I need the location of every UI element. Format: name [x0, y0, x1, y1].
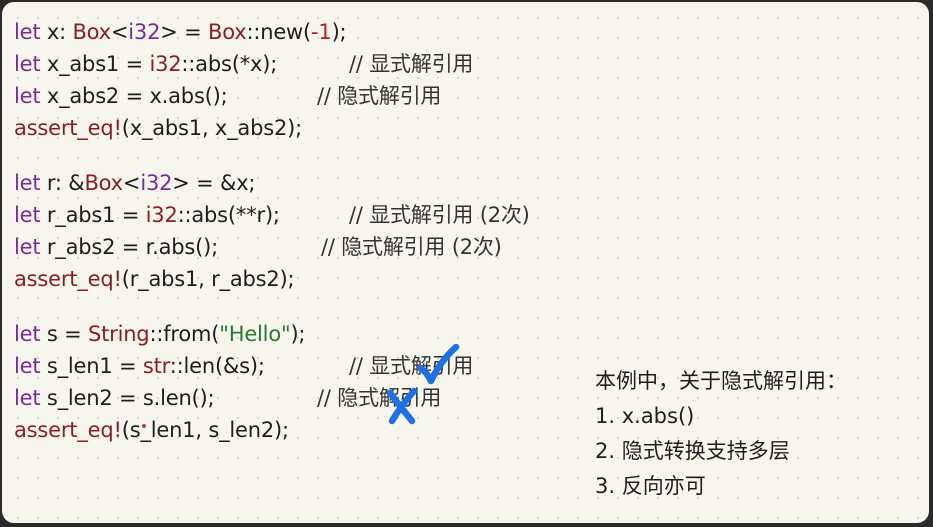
macro-name: assert_eq!	[14, 267, 122, 291]
keyword: let	[14, 52, 41, 76]
note-item-1: 1. x.abs()	[595, 404, 695, 428]
code-text: > = &x;	[172, 171, 256, 195]
comment-implicit-deref: // 隐式解引用	[317, 84, 442, 108]
code-line-4: assert_eq!(x_abs1, x_abs2);	[14, 112, 346, 144]
code-text: ::abs(**r);	[177, 203, 280, 227]
type-name: i32	[149, 52, 182, 76]
code-line-2: let x_abs1 = i32::abs(*x);	[14, 48, 346, 80]
comment-explicit-deref: // 显式解引用	[349, 52, 474, 76]
note-item-3: 3. 反向亦可	[595, 474, 706, 498]
macro-name: assert_eq!	[14, 418, 122, 442]
keyword: let	[14, 322, 41, 346]
code-text: <	[122, 171, 141, 195]
code-text: ::from(	[149, 322, 220, 346]
code-text: x_abs1 =	[40, 52, 150, 76]
comment-explicit-deref-twice: // 显式解引用 (2次)	[349, 203, 530, 227]
code-block: let x: Box<i32> = Box::new(-1); let x_ab…	[14, 16, 347, 446]
type-name: Box	[72, 20, 111, 44]
code-text: x:	[40, 20, 73, 44]
keyword: let	[14, 20, 41, 44]
code-text: ::new(	[246, 20, 312, 44]
code-text: (x_abs1, x_abs2);	[121, 116, 302, 140]
code-text: r_abs1 =	[40, 203, 146, 227]
number-literal: -1	[311, 20, 332, 44]
code-line-6: let r_abs1 = i32::abs(**r);	[14, 199, 346, 231]
note-item-2: 2. 隐式转换支持多层	[595, 439, 790, 463]
code-line-3: let x_abs2 = x.abs();	[14, 80, 346, 112]
code-text: ::len(&s);	[169, 354, 265, 378]
comment-implicit-deref-str: // 隐式解引用	[317, 386, 442, 410]
code-text: );	[290, 322, 306, 346]
code-text: x_abs2 = x.abs();	[40, 84, 228, 108]
summary-note: 本例中，关于隐式解引用： 1. x.abs() 2. 隐式转换支持多层 3. 反…	[595, 364, 847, 504]
macro-name: assert_eq!	[14, 116, 122, 140]
code-text: <	[110, 20, 129, 44]
keyword: let	[14, 235, 41, 259]
type-name: str	[142, 354, 170, 378]
code-text: s_len1 =	[40, 354, 143, 378]
code-line-8: assert_eq!(r_abs1, r_abs2);	[14, 263, 346, 295]
code-text: r_abs2 = r.abs();	[40, 235, 219, 259]
string-literal: "Hello"	[219, 322, 291, 346]
keyword: i32	[140, 171, 173, 195]
code-text: );	[331, 20, 347, 44]
keyword: let	[14, 386, 41, 410]
comment-implicit-deref-twice: // 隐式解引用 (2次)	[321, 235, 502, 259]
code-line-9: let s = String::from("Hello");	[14, 318, 346, 350]
comment-explicit-deref-str: // 显式解引用	[349, 354, 474, 378]
type-name: String	[87, 322, 150, 346]
keyword: let	[14, 84, 41, 108]
slide-canvas: let x: Box<i32> = Box::new(-1); let x_ab…	[2, 2, 929, 523]
code-line-5: let r: &Box<i32> = &x;	[14, 167, 346, 199]
keyword: let	[14, 203, 41, 227]
red-dot-marker	[142, 424, 146, 428]
code-line-1: let x: Box<i32> = Box::new(-1);	[14, 16, 347, 48]
code-text: (r_abs1, r_abs2);	[121, 267, 295, 291]
code-text: > =	[160, 20, 209, 44]
code-text: ::abs(*x);	[181, 52, 278, 76]
code-text: r: &	[40, 171, 85, 195]
code-line-11: let s_len2 = s.len();	[14, 382, 346, 414]
code-text: s =	[40, 322, 88, 346]
type-name: Box	[84, 171, 123, 195]
type-name: i32	[145, 203, 178, 227]
code-line-10: let s_len1 = str::len(&s);	[14, 350, 346, 382]
keyword: let	[14, 354, 41, 378]
code-line-7: let r_abs2 = r.abs();	[14, 231, 346, 263]
keyword: i32	[128, 20, 161, 44]
type-name: Box	[208, 20, 247, 44]
keyword: let	[14, 171, 41, 195]
code-text: (s_len1, s_len2);	[121, 418, 289, 442]
code-line-12: assert_eq!(s_len1, s_len2);	[14, 414, 346, 446]
code-text: s_len2 = s.len();	[40, 386, 215, 410]
note-title: 本例中，关于隐式解引用：	[595, 369, 847, 393]
